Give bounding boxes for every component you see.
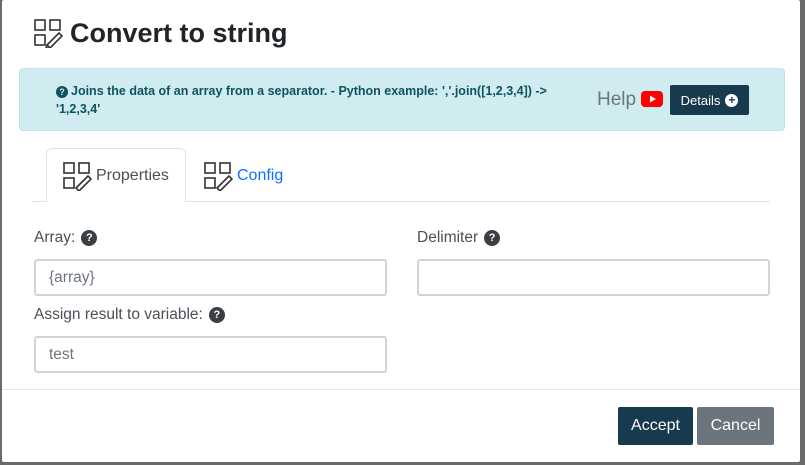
details-label: Details <box>680 92 721 108</box>
accept-button[interactable]: Accept <box>618 407 693 445</box>
tab-config[interactable]: Config <box>203 148 283 203</box>
info-banner: ? Joins the data of an array from a separ… <box>19 68 785 131</box>
cancel-button[interactable]: Cancel <box>697 407 774 445</box>
details-button[interactable]: Details + <box>670 85 749 115</box>
form-edit-icon <box>204 161 233 191</box>
tab-properties-label: Properties <box>96 166 169 184</box>
question-circle-icon[interactable]: ? <box>484 230 501 246</box>
assign-variable-input[interactable]: test <box>34 336 387 373</box>
tab-config-label: Config <box>237 166 284 184</box>
question-circle-icon[interactable]: ? <box>81 230 98 246</box>
array-input[interactable]: {array} <box>34 259 387 296</box>
array-label-text: Array: <box>34 229 76 246</box>
form-edit-icon <box>63 161 92 191</box>
help-label: Help <box>597 89 637 110</box>
info-text-wrap: ? Joins the data of an array from a separ… <box>56 82 566 118</box>
delimiter-label: Delimiter ? <box>417 229 501 247</box>
tab-properties[interactable]: Properties <box>46 148 186 203</box>
youtube-icon[interactable] <box>641 91 663 107</box>
delimiter-label-text: Delimiter <box>417 229 479 246</box>
assign-label: Assign result to variable: ? <box>34 306 225 324</box>
assign-label-text: Assign result to variable: <box>34 306 203 323</box>
delimiter-input[interactable] <box>417 259 770 296</box>
question-circle-icon[interactable]: ? <box>208 307 225 323</box>
dialog-title: Convert to string <box>70 18 288 48</box>
plus-circle-icon: + <box>725 93 739 107</box>
question-circle-icon: ? <box>56 86 68 98</box>
dialog-header: Convert to string <box>2 0 800 64</box>
tab-bar: Properties Config <box>32 148 770 203</box>
info-text: Joins the data of an array from a separa… <box>56 84 547 116</box>
array-label: Array: ? <box>34 229 98 247</box>
convert-to-string-dialog: Convert to string ? Joins the data of an … <box>2 0 800 462</box>
dialog-footer: Accept Cancel <box>2 389 800 462</box>
form-edit-icon <box>34 19 63 48</box>
